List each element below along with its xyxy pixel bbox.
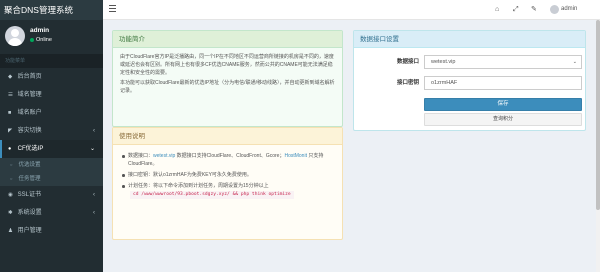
usage-item-text: 数据接口支持CloudFlare、CloudFront、Gcore；	[175, 153, 285, 159]
usage-item-source: 数据接口：wetest.vip 数据接口支持CloudFlare、CloudFr…	[120, 152, 335, 168]
circle-icon: ○	[10, 162, 13, 167]
intro-body: 由于CloudFlare官方IP是泛播路由，同一个IP在不同地区不同运营商所链接…	[113, 48, 342, 102]
avatar	[5, 26, 25, 46]
sidebar-subitem-settings[interactable]: ○ 优选设置	[0, 158, 103, 172]
sidebar-subitem-label: 优选设置	[18, 162, 41, 168]
save-button[interactable]: 保存	[424, 98, 582, 111]
usage-item-key: 接口密钥：默认o1zrmHAF为免费KEY可永久免费使用。	[120, 171, 335, 179]
usage-item-text: 计划任务：将以下命令添加到计划任务，周期设置为15分钟以上	[128, 183, 269, 189]
settings-icon: ✱	[8, 210, 13, 216]
usage-list: 数据接口：wetest.vip 数据接口支持CloudFlare、CloudFr…	[120, 150, 335, 199]
wetest-link[interactable]: wetest.vip	[153, 153, 175, 159]
users-icon: ♟	[8, 228, 13, 234]
home-icon[interactable]: ⌂	[495, 4, 499, 15]
sidebar-item-accounts[interactable]: ■ 域名账户	[0, 104, 103, 122]
main-content: 功能简介 由于CloudFlare官方IP是泛播路由，同一个IP在不同地区不同运…	[103, 20, 600, 272]
sidebar-item-label: 用户管理	[17, 228, 42, 234]
settings-panel: 数据接口设置 数据接口 wetest.vip ⌄ 接口密钥 o1zrmHAF 保存…	[353, 30, 586, 131]
chevron-left-icon: ‹	[93, 192, 95, 198]
key-row: 接口密钥 o1zrmHAF	[354, 76, 587, 90]
sidebar-item-home[interactable]: ◆ 后台首页	[0, 68, 103, 86]
online-dot-icon	[30, 37, 34, 42]
tag-icon: ◤	[8, 128, 13, 134]
home-icon: ◆	[8, 74, 13, 80]
source-select-value: wetest.vip	[431, 59, 456, 65]
list-icon: ☰	[8, 92, 13, 98]
sidebar-item-ssl[interactable]: ◉ SSL证书 ‹	[0, 186, 103, 204]
sidebar-toggle-icon[interactable]	[109, 5, 116, 13]
chevron-left-icon: ‹	[93, 210, 95, 216]
intro-title: 功能简介	[113, 31, 342, 48]
sidebar-subitem-label: 任务管理	[18, 176, 41, 182]
settings-title: 数据接口设置	[354, 31, 585, 48]
circle-icon: ○	[10, 176, 13, 181]
sidebar-item-label: 后台首页	[17, 74, 42, 80]
ssl-icon: ◉	[8, 192, 13, 198]
chevron-left-icon: ‹	[93, 128, 95, 134]
nav-header: 功能菜单	[0, 54, 103, 68]
usage-body: 数据接口：wetest.vip 数据接口支持CloudFlare、CloudFr…	[113, 145, 342, 207]
intro-panel: 功能简介 由于CloudFlare官方IP是泛播路由，同一个IP在不同地区不同运…	[112, 30, 343, 127]
source-label: 数据接口	[396, 59, 419, 65]
sidebar-item-domains[interactable]: ☰ 域名管理	[0, 86, 103, 104]
source-select[interactable]: wetest.vip ⌄	[424, 55, 582, 69]
usage-item-cron: 计划任务：将以下命令添加到计划任务，周期设置为15分钟以上 cd /www/www…	[120, 182, 335, 199]
account-icon: ■	[8, 110, 12, 116]
chevron-down-icon: ⌄	[572, 59, 577, 65]
submenu-cf-optimize: ○ 优选设置 ○ 任务管理	[0, 158, 103, 186]
user-status-text: Online	[36, 37, 52, 43]
intro-paragraph-1: 由于CloudFlare官方IP是泛播路由，同一个IP在不同地区不同运营商所链接…	[120, 54, 334, 76]
usage-title: 使用说明	[113, 128, 342, 145]
topbar-avatar[interactable]	[550, 5, 559, 14]
usage-panel: 使用说明 数据接口：wetest.vip 数据接口支持CloudFlare、Cl…	[112, 127, 343, 240]
cloud-icon: ●	[8, 146, 12, 152]
source-row: 数据接口 wetest.vip ⌄	[354, 55, 587, 69]
page-scrollbar[interactable]	[596, 20, 600, 272]
sidebar-item-label: CF优选IP	[17, 146, 44, 152]
user-name: admin	[30, 27, 50, 34]
sidebar-item-label: 域名管理	[17, 92, 42, 98]
fullscreen-icon[interactable]: ⤢	[513, 4, 519, 15]
user-panel: admin Online	[0, 20, 103, 54]
scrollbar-thumb[interactable]	[596, 20, 600, 210]
app: 聚合DNS管理系统 admin Online 功能菜单 ◆ 后台首页 ☰ 域名管…	[0, 0, 600, 272]
key-input[interactable]: o1zrmHAF	[424, 76, 582, 90]
key-label: 接口密钥	[396, 80, 419, 86]
wrench-icon[interactable]: ✎	[531, 4, 537, 15]
intro-paragraph-2: 本功能可以获取CloudFlare最新的优选IP地址（分为电信/联通/移动线路）…	[120, 80, 335, 94]
sidebar-item-failover[interactable]: ◤ 容灾切换 ‹	[0, 122, 103, 140]
chevron-down-icon: ⌄	[89, 146, 95, 152]
topbar: ⌂ ⤢ ✎ admin	[103, 0, 600, 20]
sidebar: 聚合DNS管理系统 admin Online 功能菜单 ◆ 后台首页 ☰ 域名管…	[0, 0, 103, 272]
sidebar-item-label: 域名账户	[17, 110, 42, 116]
hostmonit-link[interactable]: HostMonit	[284, 153, 307, 159]
usage-item-text: 数据接口：	[128, 153, 154, 159]
query-credits-button[interactable]: 查询积分	[424, 113, 582, 126]
sidebar-item-system[interactable]: ✱ 系统设置 ‹	[0, 204, 103, 222]
sidebar-subitem-tasks[interactable]: ○ 任务管理	[0, 172, 103, 186]
sidebar-item-cf-optimize[interactable]: ● CF优选IP ⌄	[0, 140, 103, 158]
brand-logo[interactable]: 聚合DNS管理系统	[0, 0, 103, 20]
sidebar-item-label: 容灾切换	[17, 128, 42, 134]
user-status: Online	[30, 37, 52, 43]
sidebar-item-label: SSL证书	[17, 192, 42, 198]
sidebar-item-label: 系统设置	[17, 210, 42, 216]
sidebar-item-users[interactable]: ♟ 用户管理	[0, 222, 103, 240]
cron-command: cd /www/wwwroot/93.pboot.sdgzy.xyz/ && p…	[130, 191, 294, 199]
topbar-user-name[interactable]: admin	[561, 4, 577, 15]
